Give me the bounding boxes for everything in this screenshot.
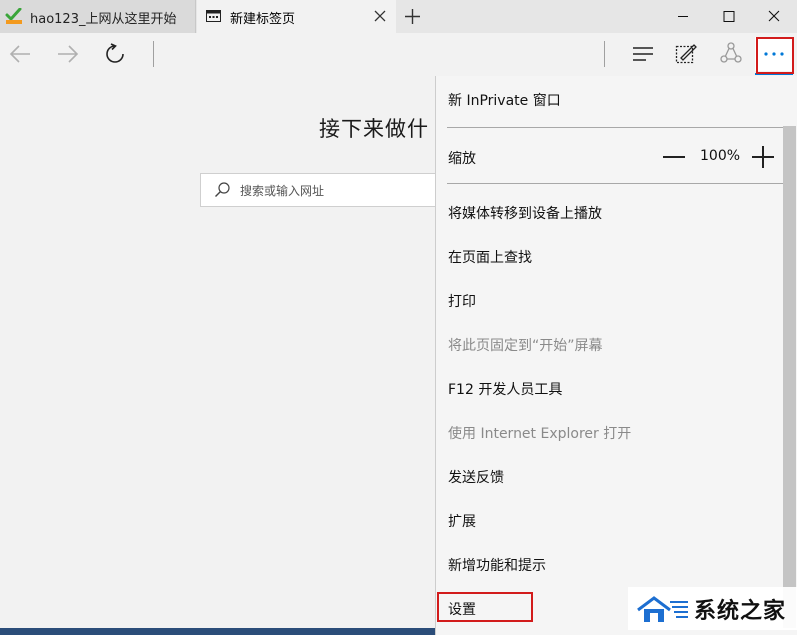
back-arrow-icon[interactable] (8, 43, 32, 65)
menu-scrollbar[interactable] (783, 126, 796, 628)
tab-new-tab[interactable]: 新建标签页 (197, 0, 396, 33)
menu-item-pin-to-start: 将此页固定到“开始”屏幕 (448, 338, 603, 354)
zoom-out-button[interactable] (663, 156, 685, 158)
zoom-in-button[interactable] (752, 146, 774, 168)
search-placeholder: 搜索或输入网址 (240, 184, 325, 198)
forward-arrow-icon[interactable] (56, 43, 80, 65)
tab-hao123[interactable]: hao123_上网从这里开始 (0, 0, 196, 33)
menu-item-extensions[interactable]: 扩展 (448, 511, 476, 531)
hao123-favicon-icon (5, 8, 22, 24)
menu-item-settings[interactable]: 设置 (448, 599, 476, 619)
more-actions-menu (435, 76, 797, 635)
hub-icon[interactable] (632, 45, 654, 63)
refresh-icon[interactable] (104, 43, 126, 65)
more-actions-button[interactable] (755, 37, 793, 75)
search-input[interactable]: 搜索或输入网址 (200, 173, 440, 207)
active-indicator (755, 73, 793, 75)
new-tab-page-icon (206, 10, 221, 22)
menu-item-find-on-page[interactable]: 在页面上查找 (448, 247, 532, 267)
watermark: 系统之家 (628, 587, 797, 630)
toolbar-divider (604, 41, 605, 67)
navigation-toolbar (0, 33, 797, 76)
maximize-window-icon[interactable] (706, 0, 752, 33)
zoom-label: 缩放 (448, 151, 476, 167)
more-dots-icon (764, 52, 784, 56)
search-icon (215, 182, 230, 197)
share-icon[interactable] (720, 42, 742, 64)
close-window-icon[interactable] (751, 0, 797, 33)
watermark-logo (637, 596, 688, 622)
close-tab-icon[interactable] (373, 9, 387, 23)
new-tab-plus-icon[interactable] (404, 8, 421, 25)
menu-item-new-inprivate[interactable]: 新 InPrivate 窗口 (448, 90, 561, 110)
menu-item-whats-new[interactable]: 新增功能和提示 (448, 555, 546, 575)
menu-separator (447, 183, 784, 184)
menu-item-devtools[interactable]: F12 开发人员工具 (448, 379, 562, 399)
tab-title: 新建标签页 (230, 12, 296, 27)
zoom-value: 100% (700, 148, 741, 164)
menu-item-open-ie: 使用 Internet Explorer 打开 (448, 426, 632, 442)
tab-strip: hao123_上网从这里开始 新建标签页 (0, 0, 797, 33)
menu-item-feedback[interactable]: 发送反馈 (448, 467, 504, 487)
menu-item-cast-media[interactable]: 将媒体转移到设备上播放 (448, 203, 602, 223)
page-headline: 接下来做什 (319, 117, 429, 141)
minimize-window-icon[interactable] (660, 0, 706, 33)
menu-separator (447, 127, 784, 128)
tab-title: hao123_上网从这里开始 (30, 12, 177, 27)
watermark-text: 系统之家 (694, 599, 787, 624)
toolbar-divider (153, 41, 154, 67)
web-note-icon[interactable] (675, 42, 697, 64)
menu-item-print[interactable]: 打印 (448, 291, 476, 311)
